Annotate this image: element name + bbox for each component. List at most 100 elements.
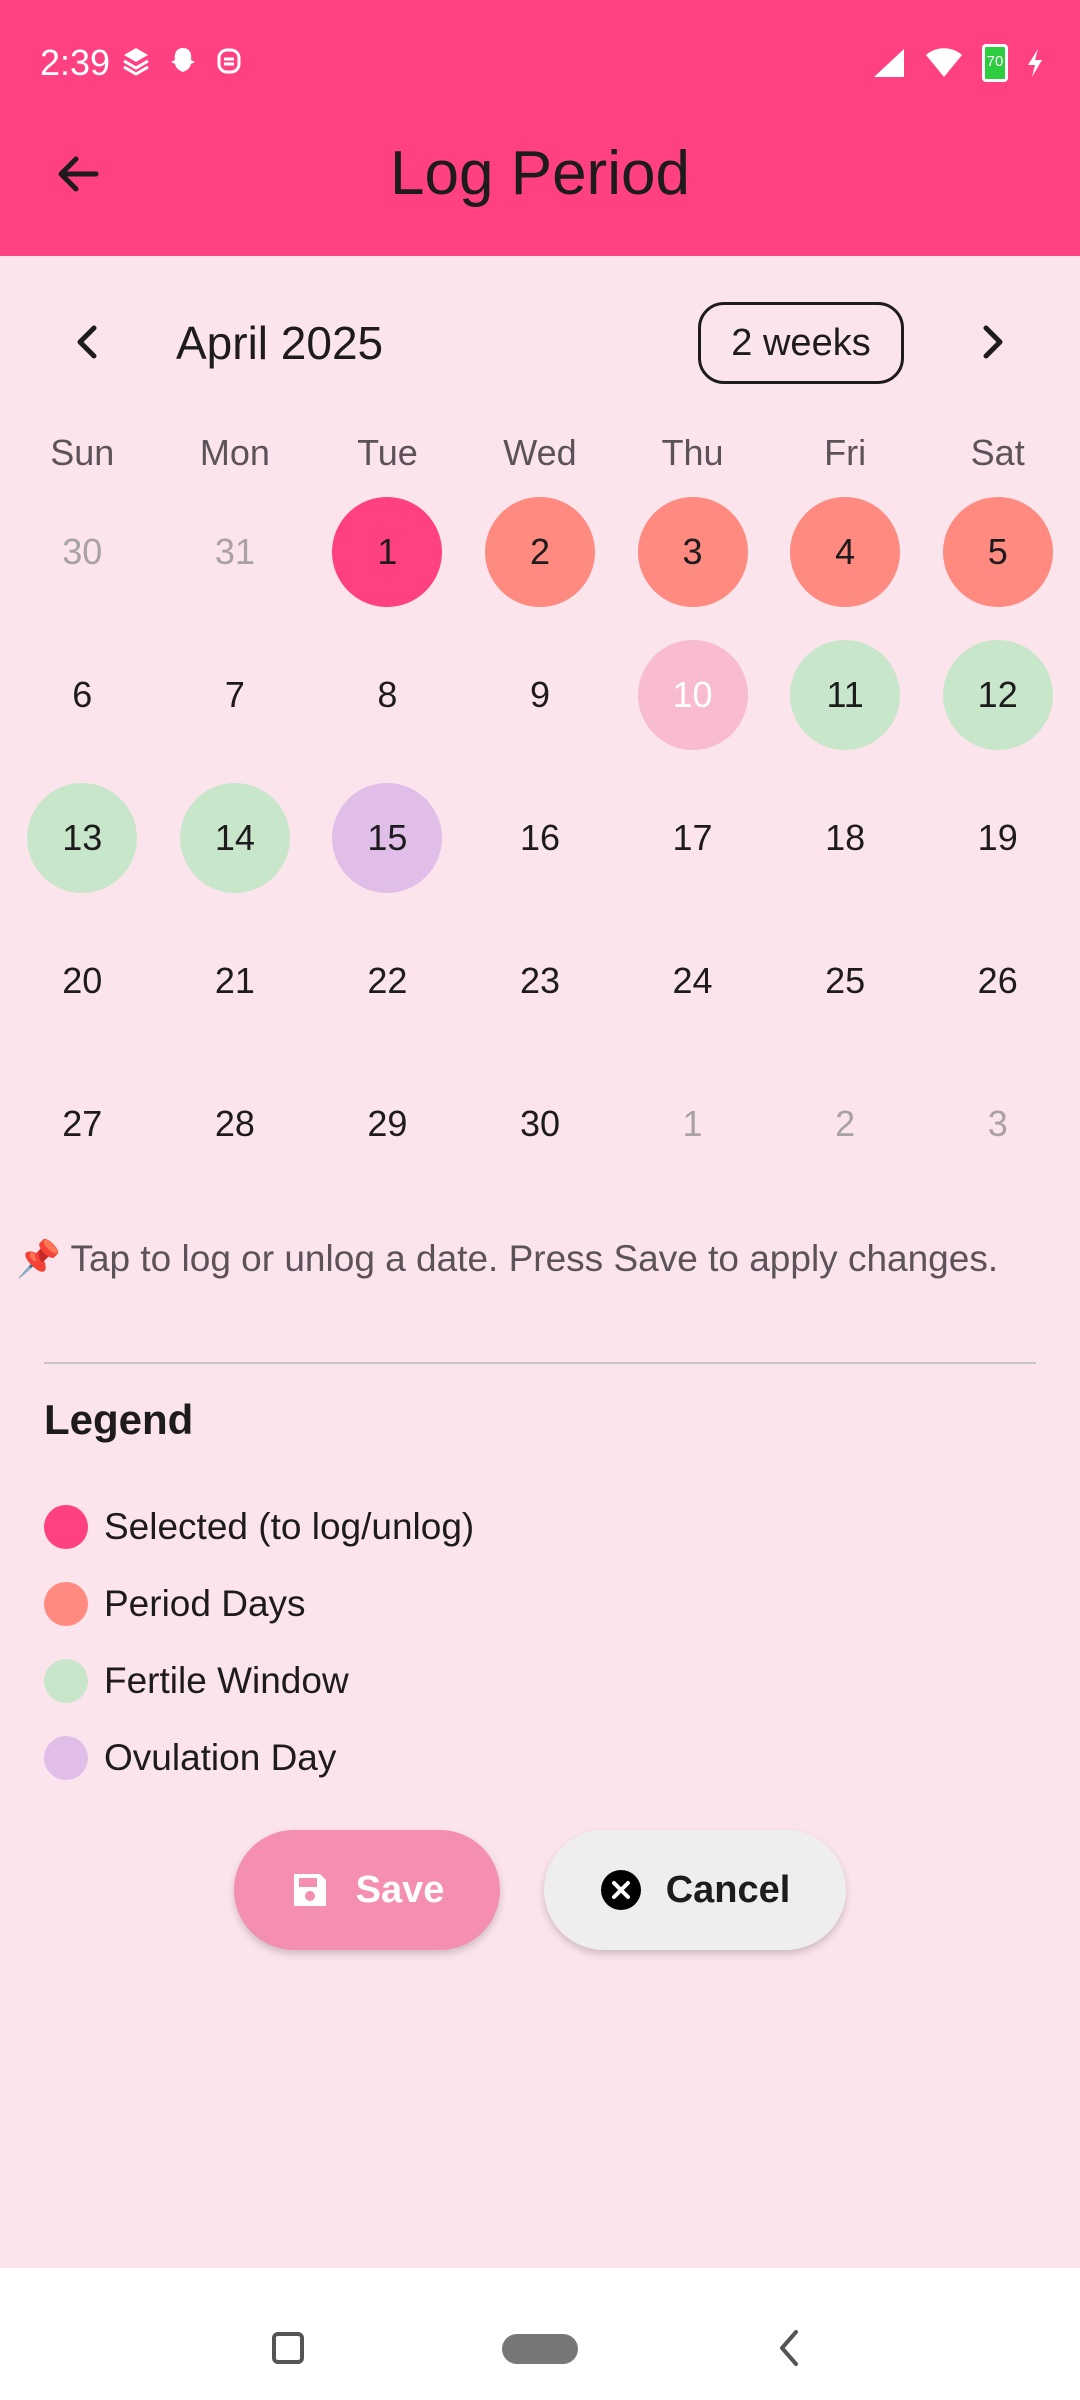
status-time: 2:39: [40, 42, 111, 83]
legend-color-dot: [44, 1735, 88, 1780]
day-cell[interactable]: 2: [464, 480, 617, 623]
legend-color-dot: [44, 1504, 88, 1549]
battery-icon: 70: [982, 44, 1008, 82]
home-button[interactable]: [502, 2334, 578, 2364]
day-normal: 29: [367, 1102, 408, 1144]
day-fertile: 14: [179, 782, 290, 893]
day-fertile: 12: [942, 639, 1053, 750]
save-icon: [293, 1874, 326, 1906]
day-normal: 21: [214, 959, 255, 1001]
day-cell[interactable]: 29: [311, 1052, 464, 1195]
day-normal: 17: [672, 816, 713, 858]
day-cell[interactable]: 1: [311, 480, 464, 623]
day-normal: 8: [377, 673, 398, 715]
weekday-label: Sat: [970, 432, 1025, 473]
day-cell[interactable]: 26: [921, 909, 1074, 1052]
day-normal: 27: [62, 1102, 103, 1144]
day-cell[interactable]: 3: [616, 480, 769, 623]
day-cell[interactable]: 31: [159, 480, 312, 623]
day-cell[interactable]: 20: [6, 909, 159, 1052]
legend-title: Legend: [44, 1396, 194, 1443]
day-normal: 16: [519, 816, 560, 858]
day-period: 2: [484, 496, 595, 607]
save-label: Save: [355, 1868, 445, 1911]
previous-month-button[interactable]: [56, 310, 120, 374]
system-icons: 70: [872, 44, 1044, 82]
day-cell[interactable]: 22: [311, 909, 464, 1052]
weekday-label: Wed: [503, 432, 577, 473]
day-cell[interactable]: 13: [6, 766, 159, 909]
day-cell[interactable]: 5: [921, 480, 1074, 623]
battery-level: 70: [986, 53, 1004, 70]
app-notification-icon: [217, 48, 241, 74]
calendar-header: April 2025 2 weeks: [0, 290, 1080, 400]
weekday-label: Thu: [661, 432, 724, 473]
day-cell[interactable]: 7: [159, 623, 312, 766]
day-cell[interactable]: 16: [464, 766, 617, 909]
month-title: April 2025: [176, 317, 384, 369]
nav-back-icon[interactable]: [776, 2326, 802, 2370]
legend-item: Fertile Window: [44, 1642, 474, 1719]
day-cell[interactable]: 18: [769, 766, 922, 909]
day-cell[interactable]: 11: [769, 623, 922, 766]
day-cell[interactable]: 3: [921, 1052, 1074, 1195]
day-cell[interactable]: 28: [159, 1052, 312, 1195]
day-cell[interactable]: 21: [159, 909, 312, 1052]
day-normal: 25: [825, 959, 866, 1001]
legend: Selected (to log/unlog) Period Days Fertil…: [44, 1488, 474, 1796]
day-cell[interactable]: 1: [616, 1052, 769, 1195]
save-button[interactable]: Save: [234, 1830, 500, 1950]
instruction-text: 📌 Tap to log or unlog a date. Press Save…: [16, 1238, 998, 1280]
day-cell[interactable]: 12: [921, 623, 1074, 766]
day-cell[interactable]: 30: [6, 480, 159, 623]
chevron-right-icon: [983, 325, 1003, 359]
day-outside: 31: [214, 530, 255, 572]
day-period: 3: [637, 496, 748, 607]
day-ovulation: 15: [332, 782, 443, 893]
day-cell[interactable]: 27: [6, 1052, 159, 1195]
day-cell[interactable]: 8: [311, 623, 464, 766]
day-period: 4: [790, 496, 901, 607]
day-cell[interactable]: 15: [311, 766, 464, 909]
cancel-button[interactable]: Cancel: [544, 1830, 846, 1950]
day-cell[interactable]: 23: [464, 909, 617, 1052]
day-cell[interactable]: 24: [616, 909, 769, 1052]
weekday-label: Tue: [357, 432, 418, 473]
day-cell[interactable]: 14: [159, 766, 312, 909]
day-normal: 28: [214, 1102, 255, 1144]
calendar-format-button[interactable]: 2 weeks: [698, 302, 904, 384]
day-normal: 26: [977, 959, 1018, 1001]
weekday-header: Sun Mon Tue Wed Thu Fri Sat: [0, 432, 1080, 474]
legend-label: Fertile Window: [104, 1659, 349, 1701]
day-fertile: 11: [790, 639, 901, 750]
day-outside: 3: [987, 1102, 1008, 1144]
weekday-label: Mon: [199, 432, 270, 473]
legend-color-dot: [44, 1658, 88, 1703]
day-cell[interactable]: 17: [616, 766, 769, 909]
weekday-label: Fri: [824, 432, 867, 473]
day-cell[interactable]: 19: [921, 766, 1074, 909]
day-cell[interactable]: 4: [769, 480, 922, 623]
layers-icon: [123, 48, 149, 76]
day-cell[interactable]: 10: [616, 623, 769, 766]
legend-label: Selected (to log/unlog): [104, 1505, 475, 1547]
recents-button[interactable]: [272, 2332, 304, 2364]
next-month-button[interactable]: [960, 310, 1024, 374]
day-cell[interactable]: 9: [464, 623, 617, 766]
cell-signal-icon: [874, 49, 904, 77]
day-normal: 30: [519, 1102, 560, 1144]
status-bar: 2:39 70: [0, 0, 1080, 128]
day-cell[interactable]: 2: [769, 1052, 922, 1195]
snapchat-icon: [171, 48, 195, 72]
weekday-label: Sun: [50, 432, 115, 473]
instruction-label: Tap to log or unlog a date. Press Save t…: [70, 1238, 999, 1279]
day-cell[interactable]: 6: [6, 623, 159, 766]
day-outside: 1: [682, 1102, 703, 1144]
cancel-icon: [600, 1870, 641, 1910]
day-predicted: 10: [637, 639, 748, 750]
legend-item: Period Days: [44, 1565, 474, 1642]
day-cell[interactable]: 25: [769, 909, 922, 1052]
day-normal: 20: [62, 959, 103, 1001]
app-header: 2:39 70 Log Period: [0, 0, 1080, 256]
day-cell[interactable]: 30: [464, 1052, 617, 1195]
